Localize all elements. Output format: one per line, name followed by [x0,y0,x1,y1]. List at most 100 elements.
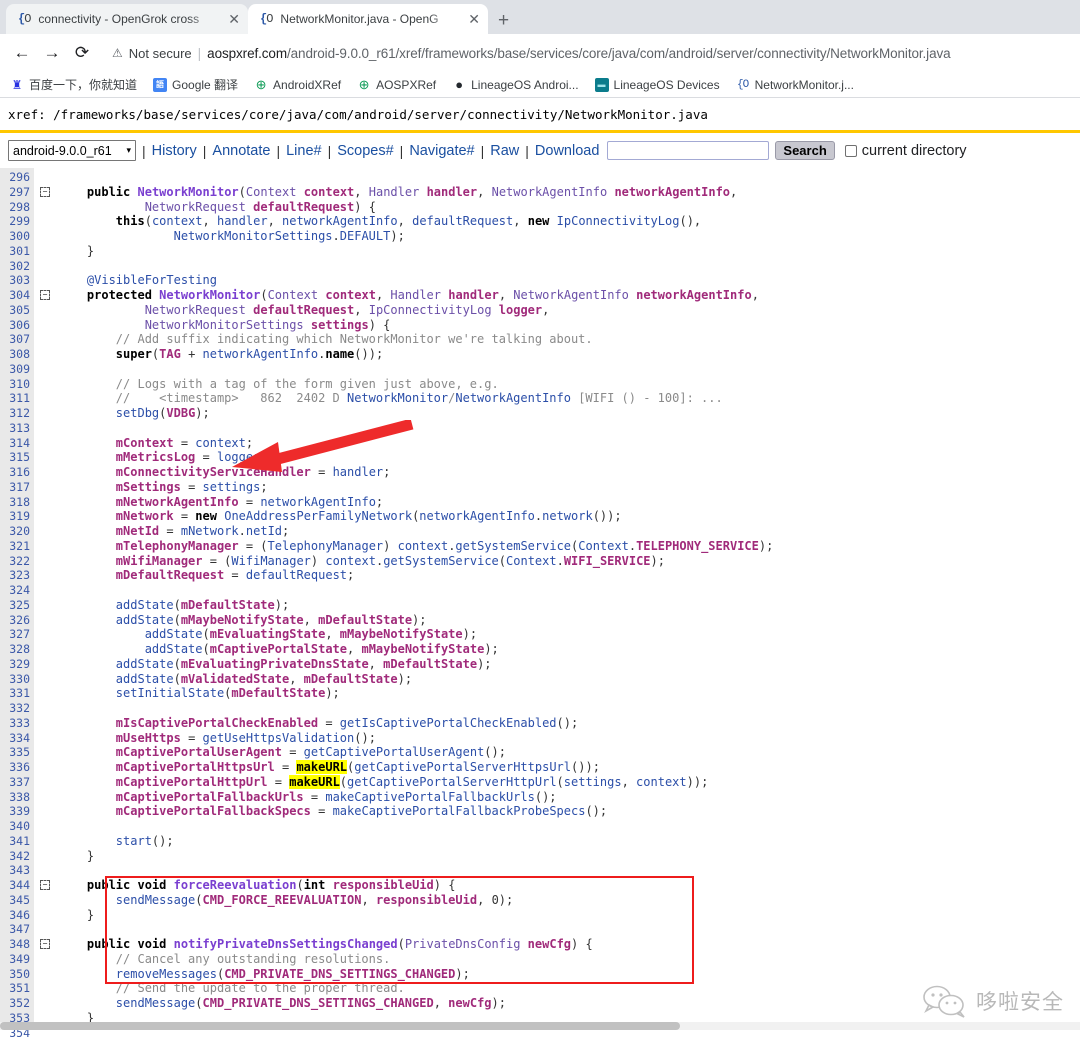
line-number[interactable]: 341 [0,834,30,849]
bookmark-aospxref[interactable]: ⊕ AOSPXRef [357,78,436,92]
line-number[interactable]: 351 [0,981,30,996]
line-number[interactable]: 328 [0,642,30,657]
line-number[interactable]: 302 [0,259,30,274]
line-number[interactable]: 335 [0,745,30,760]
line-number[interactable]: 307 [0,332,30,347]
bookmark-lineageos-devices[interactable]: ▬ LineageOS Devices [595,78,720,92]
line-number[interactable]: 311 [0,391,30,406]
code-line: 312 setDbg(VDBG); [0,406,1080,421]
line-number[interactable]: 338 [0,790,30,805]
line-number[interactable]: 331 [0,686,30,701]
line-number[interactable]: 326 [0,613,30,628]
menu-item-line-numbers[interactable]: Line# [286,143,321,159]
line-number[interactable]: 333 [0,716,30,731]
globe-icon: ⊕ [254,78,268,92]
version-select[interactable]: android-9.0.0_r61 ▾ [8,140,136,161]
menu-item-scopes[interactable]: Scopes# [337,143,393,159]
line-number[interactable]: 324 [0,583,30,598]
line-number[interactable]: 306 [0,318,30,333]
line-number[interactable]: 345 [0,893,30,908]
line-number[interactable]: 301 [0,244,30,259]
line-number[interactable]: 318 [0,495,30,510]
line-number[interactable]: 348 [0,937,30,952]
line-number[interactable]: 342 [0,849,30,864]
bookmark-baidu[interactable]: ♜ 百度一下，你就知道 [10,76,137,93]
line-number[interactable]: 323 [0,568,30,583]
line-number[interactable]: 308 [0,347,30,362]
line-number[interactable]: 349 [0,952,30,967]
source-code[interactable]: 296297− public NetworkMonitor(Context co… [0,168,1080,1040]
address-bar[interactable]: ⚠ Not secure | aospxref.com/android-9.0.… [104,40,1072,66]
line-number[interactable]: 305 [0,303,30,318]
bookmark-lineageos-android[interactable]: ● LineageOS Androi... [452,78,578,92]
current-directory-checkbox[interactable] [845,145,857,157]
line-number[interactable]: 313 [0,421,30,436]
line-number[interactable]: 303 [0,273,30,288]
line-number[interactable]: 322 [0,554,30,569]
line-number[interactable]: 321 [0,539,30,554]
line-number[interactable]: 327 [0,627,30,642]
line-number[interactable]: 352 [0,996,30,1011]
bookmark-androidxref[interactable]: ⊕ AndroidXRef [254,78,341,92]
menu-separator: | [136,143,152,159]
line-number[interactable]: 309 [0,362,30,377]
code-text: super(TAG + networkAgentInfo.name()); [58,347,383,362]
line-number[interactable]: 332 [0,701,30,716]
menu-item-navigate[interactable]: Navigate# [409,143,474,159]
line-number[interactable]: 316 [0,465,30,480]
new-tab-button[interactable]: + [498,11,509,30]
line-number[interactable]: 310 [0,377,30,392]
menu-item-download[interactable]: Download [535,143,600,159]
line-number[interactable]: 350 [0,967,30,982]
close-icon[interactable]: ✕ [228,12,240,26]
code-fold-icon[interactable]: − [40,187,50,197]
line-number[interactable]: 340 [0,819,30,834]
line-number[interactable]: 296 [0,170,30,185]
line-number[interactable]: 347 [0,922,30,937]
line-number[interactable]: 299 [0,214,30,229]
line-number[interactable]: 304 [0,288,30,303]
search-input[interactable] [607,141,769,160]
code-fold-icon[interactable]: − [40,290,50,300]
back-icon[interactable]: ← [8,39,36,67]
line-number[interactable]: 344 [0,878,30,893]
bookmark-networkmonitor[interactable]: {O NetworkMonitor.j... [736,78,854,92]
line-number[interactable]: 297 [0,185,30,200]
search-button[interactable]: Search [775,141,834,160]
line-number[interactable]: 339 [0,804,30,819]
line-number[interactable]: 314 [0,436,30,451]
line-number[interactable]: 312 [0,406,30,421]
line-number[interactable]: 334 [0,731,30,746]
line-number[interactable]: 317 [0,480,30,495]
tab-strip: {O connectivity - OpenGrok cross ✕ {O Ne… [0,0,1080,34]
browser-tab-2[interactable]: {O NetworkMonitor.java - OpenG ✕ [248,4,488,34]
forward-icon[interactable]: → [38,39,66,67]
line-number[interactable]: 337 [0,775,30,790]
line-number[interactable]: 343 [0,863,30,878]
bookmark-google-translate[interactable]: 語 Google 翻译 [153,76,238,93]
line-number[interactable]: 325 [0,598,30,613]
reload-icon[interactable]: ⟳ [68,39,96,67]
xref-breadcrumb: xref: /frameworks/base/services/core/jav… [0,98,1080,130]
menu-item-annotate[interactable]: Annotate [212,143,270,159]
bookmark-label: LineageOS Devices [614,78,720,92]
menu-item-raw[interactable]: Raw [490,143,519,159]
code-line: 339 mCaptivePortalFallbackSpecs = makeCa… [0,804,1080,819]
code-fold-icon[interactable]: − [40,939,50,949]
horizontal-scrollbar[interactable] [0,1022,1080,1030]
close-icon[interactable]: ✕ [468,12,480,26]
line-number[interactable]: 300 [0,229,30,244]
line-number[interactable]: 298 [0,200,30,215]
line-number[interactable]: 346 [0,908,30,923]
browser-tab-1[interactable]: {O connectivity - OpenGrok cross ✕ [6,4,248,34]
line-number[interactable]: 329 [0,657,30,672]
line-number[interactable]: 330 [0,672,30,687]
line-number[interactable]: 315 [0,450,30,465]
code-fold-icon[interactable]: − [40,880,50,890]
line-number[interactable]: 320 [0,524,30,539]
line-number[interactable]: 336 [0,760,30,775]
opengrok-page: xref: /frameworks/base/services/core/jav… [0,98,1080,1030]
code-line: 326 addState(mMaybeNotifyState, mDefault… [0,613,1080,628]
line-number[interactable]: 319 [0,509,30,524]
menu-item-history[interactable]: History [152,143,197,159]
